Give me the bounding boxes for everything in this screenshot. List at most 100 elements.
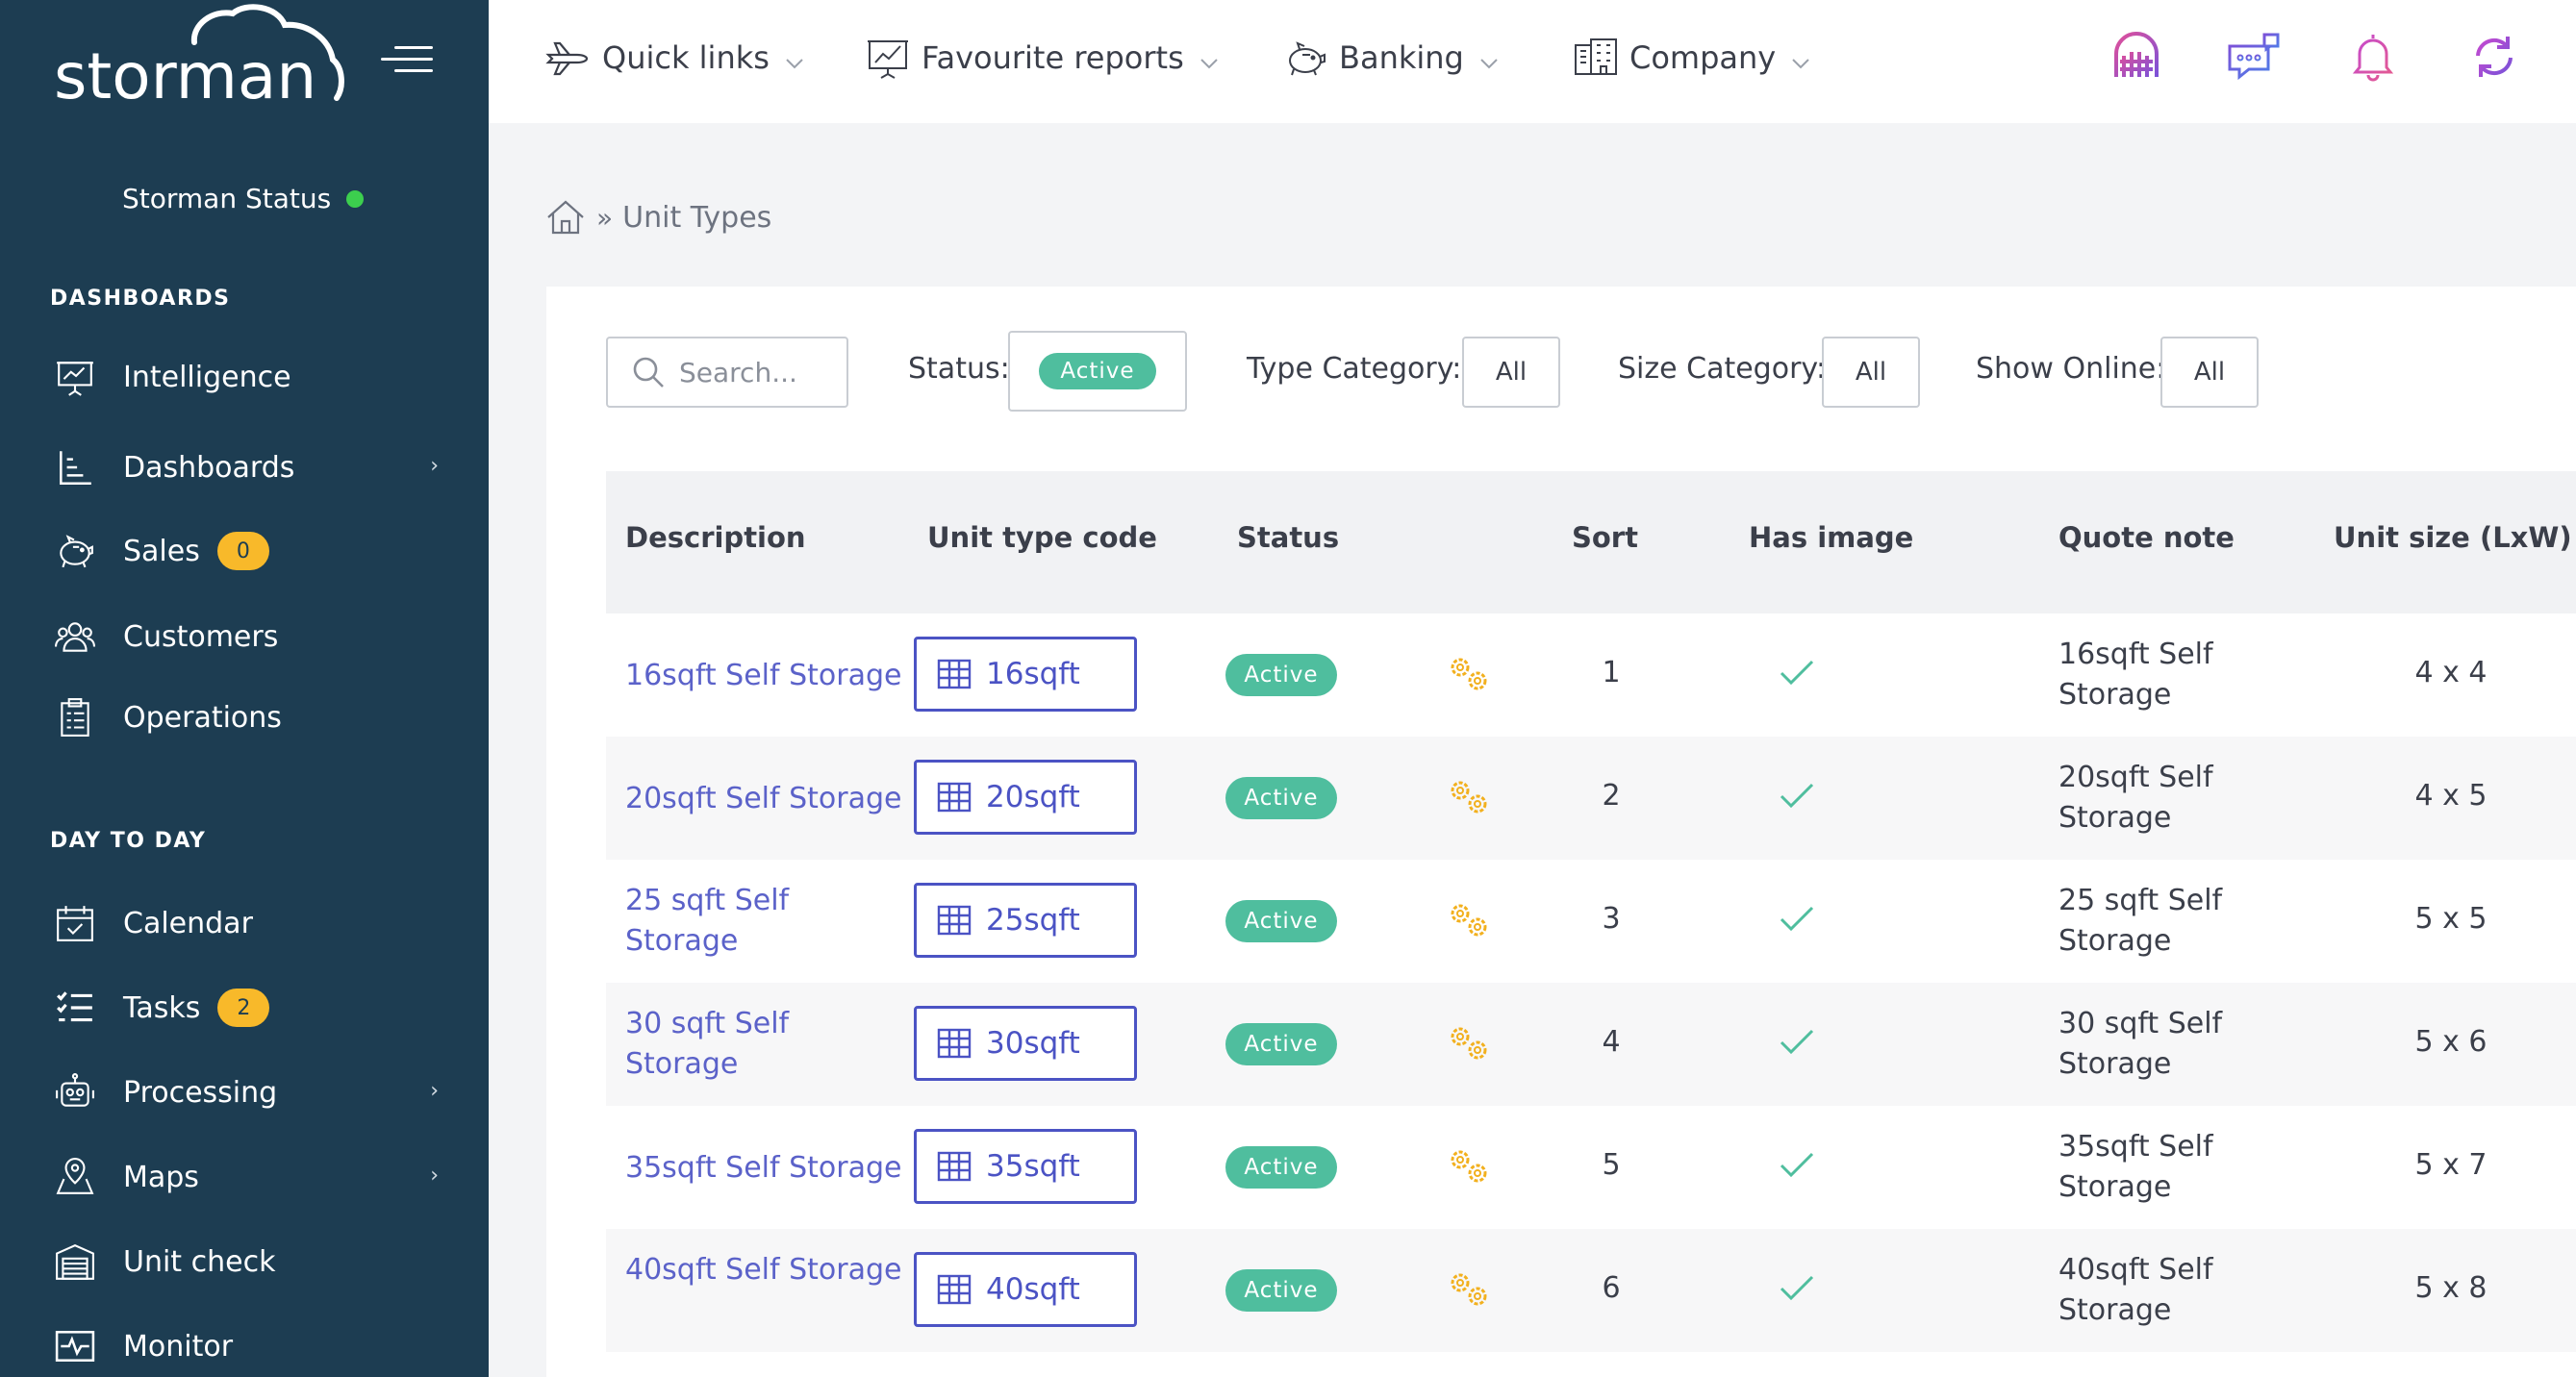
- status-badge: Active: [1225, 777, 1337, 819]
- piggy-bank-icon: [54, 530, 96, 572]
- storman-logo[interactable]: storman: [50, 4, 358, 117]
- status-filter-value: Active: [1039, 353, 1156, 389]
- table-row: 40sqft Self Storage 40sqft Active 6 40sq…: [606, 1229, 2576, 1352]
- breadcrumb: » Unit Types: [544, 196, 771, 238]
- unit-size: 5 x 5: [2414, 902, 2488, 936]
- description-link[interactable]: 30 sqft Self Storage: [625, 1004, 904, 1085]
- bell-icon[interactable]: [2345, 29, 2401, 85]
- description-link[interactable]: 16sqft Self Storage: [625, 656, 904, 696]
- sort-value: 3: [1602, 902, 1621, 936]
- settings-gears-icon[interactable]: [1445, 1267, 1493, 1312]
- sidebar-item-operations[interactable]: Operations: [54, 687, 448, 748]
- table-row: 30 sqft Self Storage 30sqft Active 4 30 …: [606, 983, 2576, 1106]
- unit-type-code: 20sqft: [986, 780, 1080, 814]
- sidebar-item-calendar[interactable]: Calendar: [54, 892, 448, 954]
- company-menu[interactable]: Company: [1572, 29, 1812, 87]
- chevron-right-icon: ›: [430, 1164, 439, 1188]
- tasks-count-badge: 2: [217, 989, 270, 1027]
- settings-gears-icon[interactable]: [1445, 898, 1493, 942]
- quick-links-menu[interactable]: Quick links: [544, 29, 806, 87]
- table-row: 25 sqft Self Storage 25sqft Active 3 25 …: [606, 860, 2576, 983]
- sidebar-item-processing[interactable]: Processing ›: [54, 1062, 448, 1123]
- description-link[interactable]: 35sqft Self Storage: [625, 1148, 904, 1189]
- sidebar-item-unit-check[interactable]: Unit check: [54, 1231, 448, 1292]
- unit-type-code-button[interactable]: 35sqft: [914, 1129, 1137, 1204]
- checkmark-icon: [1778, 902, 1816, 937]
- pulse-monitor-icon: [54, 1325, 96, 1367]
- column-header-description[interactable]: Description: [625, 521, 806, 554]
- description-link[interactable]: 20sqft Self Storage: [625, 779, 904, 819]
- sidebar-item-label: Operations: [123, 700, 282, 735]
- column-header-has-image[interactable]: Has image: [1749, 521, 1913, 554]
- sort-value: 2: [1602, 779, 1621, 813]
- sidebar-item-label: Calendar: [123, 906, 253, 940]
- storman-logo-mark: storman: [54, 4, 344, 113]
- column-header-sort[interactable]: Sort: [1572, 521, 1638, 554]
- unit-type-code-button[interactable]: 30sqft: [914, 1006, 1137, 1081]
- status-filter-select[interactable]: Active: [1008, 331, 1187, 412]
- description-link[interactable]: 40sqft Self Storage: [625, 1250, 904, 1290]
- show-online-select[interactable]: All: [2160, 337, 2259, 408]
- section-heading-dashboards: DASHBOARDS: [50, 287, 231, 311]
- column-header-status[interactable]: Status: [1237, 521, 1339, 554]
- checklist-icon: [54, 987, 96, 1029]
- size-category-value: All: [1855, 358, 1887, 387]
- unit-type-code-button[interactable]: 40sqft: [914, 1252, 1137, 1327]
- breadcrumb-separator-icon: »: [596, 201, 614, 234]
- search-input[interactable]: [679, 356, 843, 388]
- show-online-label: Show Online:: [1976, 352, 2166, 386]
- unit-type-code-button[interactable]: 25sqft: [914, 883, 1137, 958]
- sidebar-item-dashboards[interactable]: Dashboards ›: [54, 437, 448, 498]
- sidebar-item-tasks[interactable]: Tasks 2: [54, 977, 448, 1039]
- status-badge: Active: [1225, 1023, 1337, 1065]
- table-row: 35sqft Self Storage 35sqft Active 5 35sq…: [606, 1106, 2576, 1229]
- settings-gears-icon[interactable]: [1445, 1144, 1493, 1189]
- description-link[interactable]: 25 sqft Self Storage: [625, 881, 904, 962]
- robot-icon: [54, 1071, 96, 1114]
- sidebar-item-sales[interactable]: Sales 0: [54, 520, 448, 582]
- checkmark-icon: [1778, 1148, 1816, 1183]
- favourite-reports-menu[interactable]: Favourite reports: [864, 29, 1221, 87]
- unit-type-code-button[interactable]: 16sqft: [914, 637, 1137, 712]
- storman-status[interactable]: Storman Status: [122, 183, 365, 214]
- sidebar-item-label: Maps: [123, 1160, 199, 1194]
- unit-type-code-button[interactable]: 20sqft: [914, 760, 1137, 835]
- search-field[interactable]: [606, 337, 848, 408]
- status-filter-label: Status:: [908, 352, 1010, 386]
- chevron-down-icon: [1477, 46, 1501, 69]
- hamburger-menu-icon[interactable]: [381, 42, 433, 77]
- sidebar-item-monitor[interactable]: Monitor: [54, 1315, 448, 1377]
- bar-chart-icon: [54, 446, 96, 488]
- unit-type-code: 30sqft: [986, 1026, 1080, 1061]
- checkmark-icon: [1778, 779, 1816, 814]
- unit-type-code: 35sqft: [986, 1149, 1080, 1184]
- chevron-down-icon: [1198, 46, 1221, 69]
- unit-size: 4 x 5: [2414, 779, 2488, 813]
- column-header-quote-note[interactable]: Quote note: [2058, 521, 2235, 554]
- size-category-select[interactable]: All: [1822, 337, 1920, 408]
- settings-gears-icon[interactable]: [1445, 652, 1493, 696]
- breadcrumb-current: Unit Types: [622, 200, 772, 235]
- grid-icon: [937, 659, 972, 689]
- unit-size: 5 x 7: [2414, 1148, 2488, 1182]
- refresh-icon[interactable]: [2466, 29, 2522, 85]
- company-label: Company: [1629, 39, 1777, 76]
- column-header-unit-size[interactable]: Unit size (LxW): [2334, 521, 2572, 554]
- settings-gears-icon[interactable]: [1445, 775, 1493, 819]
- banking-menu[interactable]: Banking: [1281, 29, 1501, 87]
- type-category-select[interactable]: All: [1462, 337, 1560, 408]
- status-badge: Active: [1225, 900, 1337, 942]
- garage-door-gradient-icon[interactable]: [2109, 29, 2164, 85]
- quick-links-label: Quick links: [602, 39, 770, 76]
- building-icon: [1572, 34, 1620, 82]
- sidebar-item-maps[interactable]: Maps ›: [54, 1146, 448, 1208]
- home-icon[interactable]: [544, 196, 587, 238]
- chat-bubble-icon[interactable]: [2226, 29, 2282, 85]
- status-label: Storman Status: [122, 183, 332, 214]
- column-header-unit-type-code[interactable]: Unit type code: [927, 521, 1157, 554]
- type-category-value: All: [1495, 358, 1528, 387]
- chevron-down-icon: [783, 46, 806, 69]
- settings-gears-icon[interactable]: [1445, 1021, 1493, 1065]
- sidebar-item-intelligence[interactable]: Intelligence: [54, 346, 448, 408]
- sidebar-item-customers[interactable]: Customers: [54, 606, 448, 667]
